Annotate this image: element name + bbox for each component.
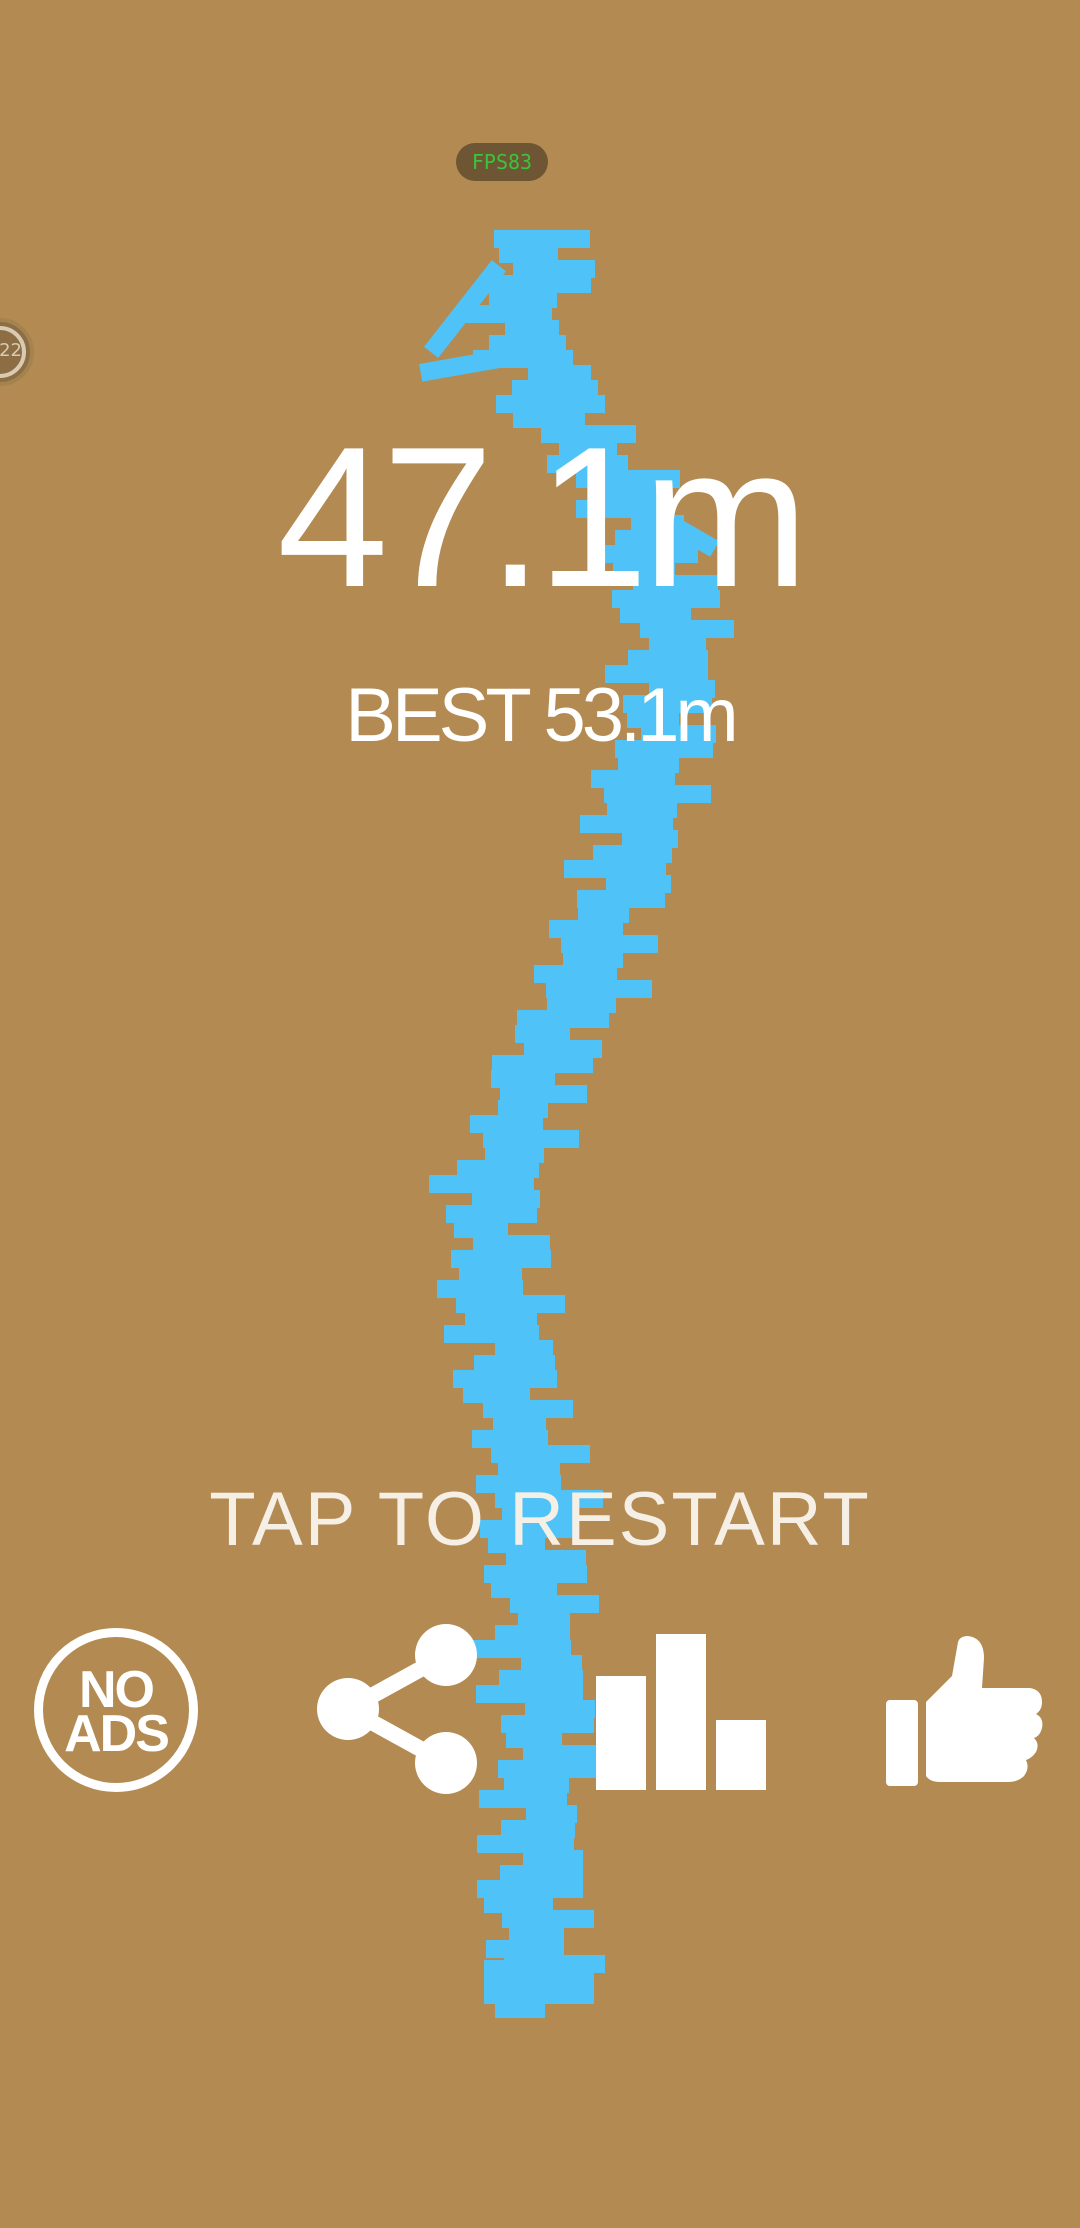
tower-base-block: [484, 1960, 594, 2004]
no-ads-button[interactable]: NO ADS: [34, 1628, 198, 1792]
no-ads-label-line2: ADS: [64, 1705, 170, 1763]
tower-block: [494, 230, 590, 248]
share-icon: [317, 1624, 477, 1794]
current-score: 47.1m: [277, 406, 809, 629]
leaderboard-icon: [596, 1634, 766, 1790]
like-button[interactable]: [884, 1636, 1044, 1788]
best-score: BEST 53.1m: [345, 673, 738, 758]
tap-to-restart[interactable]: TAP TO RESTART: [0, 1470, 1080, 1570]
side-timer-label: 22: [0, 340, 22, 361]
share-button[interactable]: [312, 1622, 480, 1796]
leaderboard-button[interactable]: [592, 1632, 768, 1792]
block-tower: [0, 0, 1080, 2228]
thumbs-up-icon: [886, 1636, 1043, 1786]
fps-counter: FPS83: [456, 143, 548, 181]
